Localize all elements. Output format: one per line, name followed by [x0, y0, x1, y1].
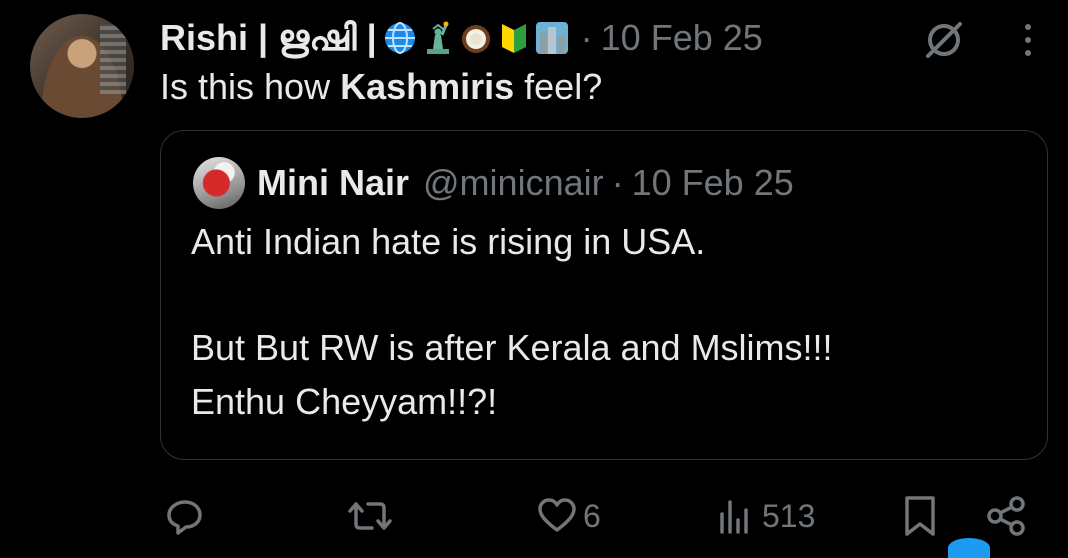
post-avatar[interactable] — [30, 14, 134, 118]
floating-compose-button[interactable] — [948, 538, 990, 558]
analytics-icon — [720, 500, 748, 534]
share-icon — [987, 496, 1025, 536]
quoted-text-line: Enthu Cheyyam!!?! — [191, 381, 498, 422]
post-header: Rishi | ഋഷി | · 10 Feb 25 — [160, 14, 763, 62]
quoted-author-name: Mini Nair — [257, 162, 410, 203]
grok-icon[interactable] — [922, 18, 966, 62]
reply-button[interactable] — [163, 488, 213, 544]
reply-icon — [167, 500, 202, 535]
quoted-handle: @minicnair — [423, 162, 604, 203]
post-date[interactable]: 10 Feb 25 — [601, 17, 763, 59]
quoted-avatar — [193, 157, 245, 209]
views-button[interactable]: 513 — [716, 488, 815, 544]
quoted-date: 10 Feb 25 — [631, 162, 794, 203]
beginner-badge-icon — [501, 24, 526, 53]
cityscape-icon — [535, 22, 568, 54]
repost-button[interactable] — [346, 488, 400, 544]
bookmark-icon — [905, 496, 935, 536]
quoted-header: Mini Nair @minicnair · 10 Feb 25 — [257, 159, 794, 207]
globe-icon — [384, 22, 415, 54]
post-text: Is this how Kashmiris feel? — [160, 66, 602, 108]
action-bar: 6 513 — [0, 488, 1068, 544]
views-count: 513 — [762, 497, 816, 534]
date-separator: · — [580, 17, 593, 58]
post-text-bold: Kashmiris — [340, 66, 515, 107]
post-text-prefix: Is this how — [160, 66, 341, 107]
more-options-icon[interactable] — [1016, 20, 1040, 60]
quoted-text-line: Anti Indian hate is rising in USA. — [191, 221, 706, 262]
quoted-post[interactable]: Mini Nair @minicnair · 10 Feb 25 Anti In… — [160, 130, 1048, 460]
repost-icon — [348, 502, 392, 530]
statue-of-liberty-icon — [426, 21, 449, 54]
like-count: 6 — [583, 497, 601, 534]
heart-icon — [538, 498, 576, 532]
author-name[interactable]: Rishi | ഋഷി | — [160, 17, 377, 60]
coconut-icon — [461, 25, 490, 53]
post-text-suffix: feel? — [514, 66, 603, 107]
author-emojis — [383, 21, 569, 55]
bookmark-button[interactable] — [902, 488, 938, 544]
share-button[interactable] — [984, 488, 1028, 544]
quoted-date-separator: · — [611, 162, 624, 203]
quoted-text-line: But But RW is after Kerala and Mslims!!! — [191, 327, 833, 368]
like-button[interactable]: 6 — [537, 488, 601, 544]
